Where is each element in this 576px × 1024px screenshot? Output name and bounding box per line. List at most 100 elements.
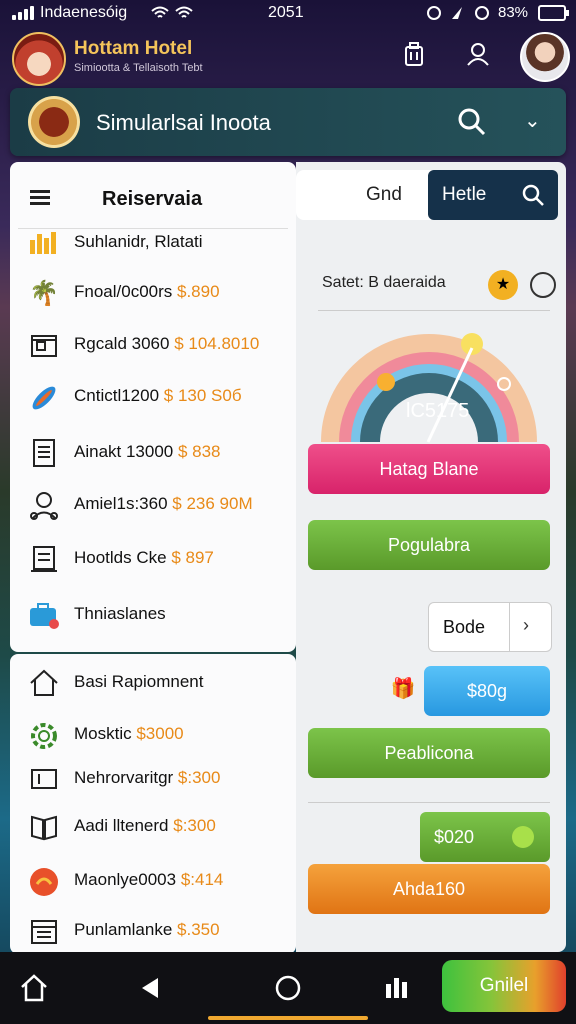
wifi-icon (151, 6, 193, 18)
navigation-bar: Gnilel (0, 952, 576, 1024)
list-item[interactable]: Suhlanidr, Rlatati (18, 218, 288, 268)
clock: 2051 (268, 4, 304, 21)
item-price: $ 130 S0б (163, 386, 242, 405)
badge-icon[interactable]: ★ (488, 270, 518, 300)
bode-selector[interactable]: Bode › (428, 602, 552, 652)
item-price: $ 838 (177, 442, 221, 461)
cta-button[interactable]: Gnilel (442, 960, 566, 1012)
search-icon[interactable] (520, 182, 546, 208)
status-gauge-card: Satet: B daeraida ★ lC5175 (308, 260, 556, 444)
tab-gnd[interactable]: Gnd (366, 184, 402, 206)
pink-button[interactable]: Hatag Blane (308, 444, 550, 494)
item-price: $3000 (136, 724, 184, 743)
list-item[interactable]: Amiel1s:360 $ 236 90M (18, 480, 288, 530)
luggage-icon[interactable] (398, 40, 430, 72)
green-price-button[interactable]: $020 (420, 812, 550, 862)
list-item[interactable]: Thniaslanes (18, 590, 288, 640)
toolbox-icon (28, 600, 60, 632)
toggle-icon[interactable] (512, 826, 534, 848)
gift-icon: 🎁 (390, 678, 416, 700)
room-icon (28, 330, 60, 362)
search-title: Simularlsai Inoota (96, 110, 271, 135)
tab-hotel-label: Hetle (442, 184, 487, 205)
shell-icon (28, 866, 60, 898)
timer-icon[interactable] (530, 272, 556, 298)
people-icon (28, 490, 60, 522)
chevron-down-icon[interactable]: ⌄ (524, 108, 541, 133)
home-icon[interactable] (16, 970, 52, 1006)
battery-percent: 83% (498, 4, 529, 21)
services-panel: Basi Rapiomnent Mosktic $3000 Nehrorvari… (10, 654, 296, 954)
signal-icon (12, 6, 36, 20)
gauge-title: Satet: B daeraida (322, 274, 446, 291)
item-label: Thniaslanes (74, 604, 166, 623)
item-label: Ainakt 13000 (74, 442, 178, 461)
green-button-2[interactable]: Peablicona (308, 728, 550, 778)
item-label: Aadi lltenerd (74, 816, 174, 835)
user-icon[interactable] (462, 40, 494, 72)
list-item[interactable]: Punlamlanke $.350 (18, 906, 288, 956)
hotel-logo (12, 32, 66, 86)
list-item[interactable]: Basi Rapiomnent (18, 658, 288, 708)
list-item[interactable]: 🌴 Fnoal/0c00rs $.890 (18, 268, 288, 318)
item-price: $ 236 90M (172, 494, 253, 513)
home-circle-icon[interactable] (270, 970, 306, 1006)
chart-icon (28, 228, 60, 260)
item-price: $:414 (180, 870, 224, 889)
list-item[interactable]: Rgcald 3060 $ 104.8010 (18, 320, 288, 370)
tab-bar: Gnd Hetle (296, 170, 558, 220)
palm-tree-icon: 🌴 (29, 280, 59, 307)
hotel-title: Hottam Hotel (74, 38, 193, 59)
sun-icon (461, 333, 483, 355)
item-price: $:300 (173, 816, 216, 835)
avatar[interactable] (520, 32, 570, 82)
calendar-icon (28, 916, 60, 948)
gauge-value: lC5175 (406, 400, 470, 422)
item-label: Cntictl1200 (74, 386, 164, 405)
list-item[interactable]: Hootlds Cke $ 897 (18, 534, 288, 584)
recents-icon[interactable] (380, 970, 416, 1006)
list-item[interactable]: Cntictl1200 $ 130 S0б (18, 372, 288, 422)
list-item[interactable]: Ainakt 13000 $ 838 (18, 428, 288, 478)
rainbow-gauge (321, 333, 537, 443)
green-price-label: $020 (434, 827, 475, 847)
item-label: Nehrorvaritgr (74, 768, 178, 787)
menu-icon[interactable] (30, 190, 50, 206)
gear-icon (28, 720, 60, 752)
item-label: Punlamlanke (74, 920, 178, 939)
battery-icon (538, 5, 569, 21)
item-label: Fnoal/0c00rs (74, 282, 177, 301)
book-icon (28, 812, 60, 844)
green-button-1[interactable]: Pogulabra (308, 520, 550, 570)
tab-hotel[interactable]: Hetle (428, 170, 558, 220)
item-price: $ 104.8010 (174, 334, 260, 353)
item-label: Rgcald 3060 (74, 334, 175, 353)
list-item[interactable]: Maonlye0003 $:414 (18, 856, 288, 906)
item-label: Amiel1s:360 (74, 494, 173, 513)
item-price: $:300 (177, 768, 221, 787)
reservation-panel: Reiservaia Suhlanidr, Rlatati 🌴 Fnoal/0c… (10, 162, 296, 652)
search-icon[interactable] (456, 106, 488, 138)
item-label: Mosktic (74, 724, 137, 743)
search-header: Simularlsai Inoota ⌄ (10, 88, 566, 156)
back-icon[interactable] (132, 970, 168, 1006)
brand-emblem-icon (28, 96, 80, 148)
chevron-right-icon[interactable]: › (523, 615, 529, 636)
list-item[interactable]: Nehrorvaritgr $:300 (18, 754, 288, 804)
list-item[interactable]: Aadi lltenerd $:300 (18, 802, 288, 852)
orange-button[interactable]: Ahda160 (308, 864, 550, 914)
reservation-title: Reiservaia (102, 188, 203, 210)
list-item[interactable]: Mosktic $3000 (18, 710, 288, 760)
surfboard-icon (28, 382, 60, 414)
item-price: $.350 (177, 920, 220, 939)
bode-label: Bode (443, 617, 486, 637)
folder-icon (28, 764, 60, 796)
item-label: Hootlds Cke (74, 548, 172, 567)
hotel-subtitle: Simiootta & Tellaisoth Tebt (74, 62, 203, 74)
blue-price-button[interactable]: $80g (424, 666, 550, 716)
document-icon (28, 438, 60, 470)
carrier-label: Indaenesóig (40, 4, 128, 21)
status-icons (427, 6, 489, 20)
item-label: Maonlye0003 (74, 870, 181, 889)
sun-icon (377, 373, 395, 391)
